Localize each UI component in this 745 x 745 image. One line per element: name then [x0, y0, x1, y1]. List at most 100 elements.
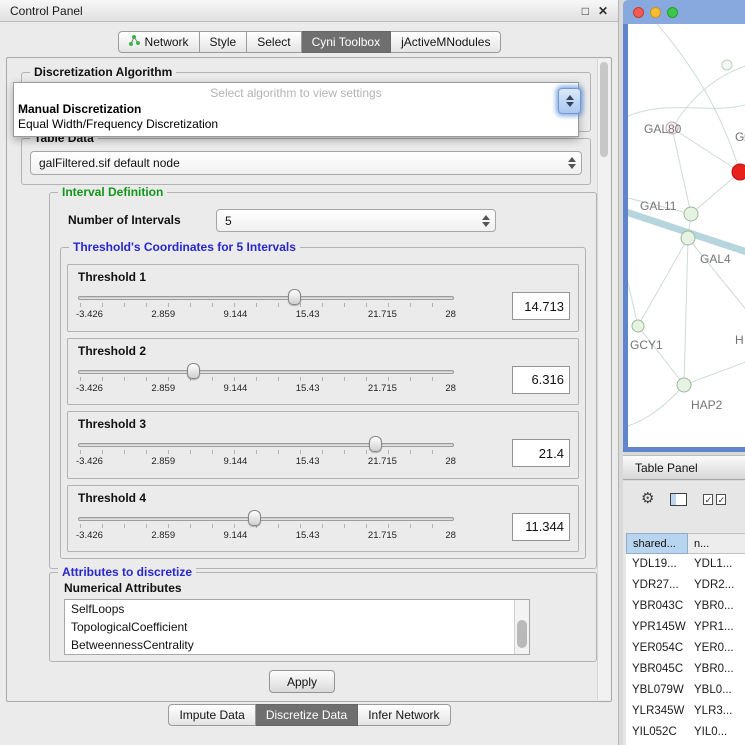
threshold-value-field[interactable]: 21.4 [512, 439, 570, 467]
table-row[interactable]: YBR045C YBR0... [626, 659, 745, 680]
slider-thumb[interactable] [187, 363, 200, 379]
gear-icon[interactable]: ⚙ [641, 491, 654, 507]
table-cell[interactable]: YER0... [688, 638, 745, 659]
dropdown-option-manual[interactable]: Manual Discretization [14, 102, 578, 117]
threshold-slider[interactable]: -3.426 2.859 9.144 15.43 21.715 28 [76, 434, 456, 472]
table-row[interactable]: YLR345W YLR3... [626, 701, 745, 722]
network-node[interactable] [632, 320, 644, 332]
table-cell[interactable]: YPR1... [688, 617, 745, 638]
checkbox-icon: ✓ [703, 494, 713, 505]
table-cell[interactable]: YDL19... [626, 554, 688, 575]
control-panel: Control Panel □ ✕ Network [0, 0, 619, 745]
network-canvas-container: GAL80 GA GAL11 GAL4 GCY1 HAP2 H [628, 24, 745, 447]
table-cell[interactable]: YBR0... [688, 659, 745, 680]
table-cell[interactable]: YER054C [626, 638, 688, 659]
table-cell[interactable]: YDL1... [688, 554, 745, 575]
table-row[interactable]: YPR145W YPR1... [626, 617, 745, 638]
slider-track [78, 517, 454, 521]
threshold-slider[interactable]: -3.426 2.859 9.144 15.43 21.715 28 [76, 361, 456, 399]
attribute-item[interactable]: TopologicalCoefficient [65, 618, 529, 636]
panel-scrollbar[interactable] [597, 59, 610, 700]
network-canvas[interactable]: GAL80 GA GAL11 GAL4 GCY1 HAP2 H [628, 24, 745, 447]
tab-infer-network[interactable]: Infer Network [358, 704, 450, 726]
cyni-toolbox-panel: Discretization Algorithm Select algorith… [6, 57, 612, 702]
table-data-group: Table Data galFiltered.sif default node [21, 138, 591, 185]
threshold-slider[interactable]: -3.426 2.859 9.144 15.43 21.715 28 [76, 508, 456, 546]
zoom-window-icon[interactable] [667, 7, 678, 18]
table-cell[interactable]: YLR345W [626, 701, 688, 722]
tab-impute-data[interactable]: Impute Data [168, 704, 255, 726]
table-row[interactable]: YIL052C YIL0... [626, 722, 745, 743]
selected-network-node[interactable] [732, 164, 745, 180]
tab-discretize-data[interactable]: Discretize Data [256, 704, 358, 726]
scale-label: -3.426 [76, 456, 103, 467]
combo-value: 5 [225, 214, 232, 228]
slider-scale: -3.426 2.859 9.144 15.43 21.715 28 [76, 383, 456, 394]
threshold-slider[interactable]: -3.426 2.859 9.144 15.43 21.715 28 [76, 287, 456, 325]
threshold-value-field[interactable]: 6.316 [512, 366, 570, 394]
scrollbar-thumb[interactable] [517, 620, 527, 648]
network-node[interactable] [684, 207, 698, 221]
network-node[interactable] [681, 231, 695, 245]
dropdown-option-equal-width[interactable]: Equal Width/Frequency Discretization [14, 117, 578, 132]
table-cell[interactable]: YIL0... [688, 722, 745, 743]
table-toolbar: ⚙ ✓ ✓ [641, 491, 726, 507]
table-row[interactable]: YDR27... YDR2... [626, 575, 745, 596]
close-window-icon[interactable] [633, 7, 644, 18]
slider-thumb[interactable] [288, 289, 301, 305]
table-row[interactable]: YER054C YER0... [626, 638, 745, 659]
network-node[interactable] [677, 378, 691, 392]
table-cell[interactable]: YBL079W [626, 680, 688, 701]
control-panel-titlebar: Control Panel □ ✕ [0, 0, 618, 22]
algorithm-combo-stepper[interactable] [558, 88, 581, 114]
slider-thumb[interactable] [248, 510, 261, 526]
scale-label: 9.144 [224, 456, 248, 467]
tab-select[interactable]: Select [247, 31, 301, 53]
close-panel-icon[interactable]: ✕ [598, 4, 608, 18]
attribute-item[interactable]: SelfLoops [65, 600, 529, 618]
scale-label: 2.859 [151, 383, 175, 394]
column-header-name[interactable]: n... [688, 533, 745, 554]
table-row[interactable]: YBL079W YBL0... [626, 680, 745, 701]
threshold-value-field[interactable]: 11.344 [512, 513, 570, 541]
tab-network[interactable]: Network [118, 31, 200, 53]
tab-jactivemnodules[interactable]: jActiveMNodules [391, 31, 501, 53]
table-row[interactable]: YBR043C YBR0... [626, 596, 745, 617]
table-cell[interactable]: YBR0... [688, 596, 745, 617]
table-data-combo[interactable]: galFiltered.sif default node [30, 151, 582, 175]
column-chooser-icon[interactable] [670, 493, 687, 506]
attribute-item[interactable]: BetweennessCentrality [65, 636, 529, 654]
table-cell[interactable]: YBR045C [626, 659, 688, 680]
list-scrollbar[interactable] [514, 600, 529, 654]
slider-track [78, 296, 454, 300]
scrollbar-thumb[interactable] [600, 62, 608, 157]
table-cell[interactable]: YBL0... [688, 680, 745, 701]
apply-button[interactable]: Apply [269, 670, 335, 693]
window-controls: □ ✕ [582, 4, 608, 18]
node-label: GA [735, 130, 745, 144]
top-tab-bar: Network Style Select Cyni Toolbox jActiv… [0, 31, 619, 53]
select-all-icon[interactable]: ✓ ✓ [703, 494, 726, 505]
slider-thumb[interactable] [369, 436, 382, 452]
scale-label: 28 [445, 383, 456, 394]
scale-label: -3.426 [76, 309, 103, 320]
table-cell[interactable]: YDR27... [626, 575, 688, 596]
column-header-shared-name[interactable]: shared... [626, 533, 688, 554]
table-cell[interactable]: YIL052C [626, 722, 688, 743]
tab-cyni-toolbox[interactable]: Cyni Toolbox [302, 31, 391, 53]
node-label: GAL11 [640, 199, 677, 213]
intervals-count-combo[interactable]: 5 [216, 209, 496, 232]
tab-style[interactable]: Style [200, 31, 248, 53]
float-window-icon[interactable]: □ [582, 4, 589, 18]
threshold-panel: Threshold 3 -3.426 2.859 9.144 [67, 411, 579, 479]
table-cell[interactable]: YDR2... [688, 575, 745, 596]
threshold-value-field[interactable]: 14.713 [512, 292, 570, 320]
slider-ticks [80, 303, 452, 307]
combo-stepper-icon [477, 215, 495, 227]
table-cell[interactable]: YLR3... [688, 701, 745, 722]
table-cell[interactable]: YPR145W [626, 617, 688, 638]
table-row[interactable]: YDL19... YDL1... [626, 554, 745, 575]
table-cell[interactable]: YBR043C [626, 596, 688, 617]
network-node[interactable] [722, 60, 732, 70]
minimize-window-icon[interactable] [650, 7, 661, 18]
